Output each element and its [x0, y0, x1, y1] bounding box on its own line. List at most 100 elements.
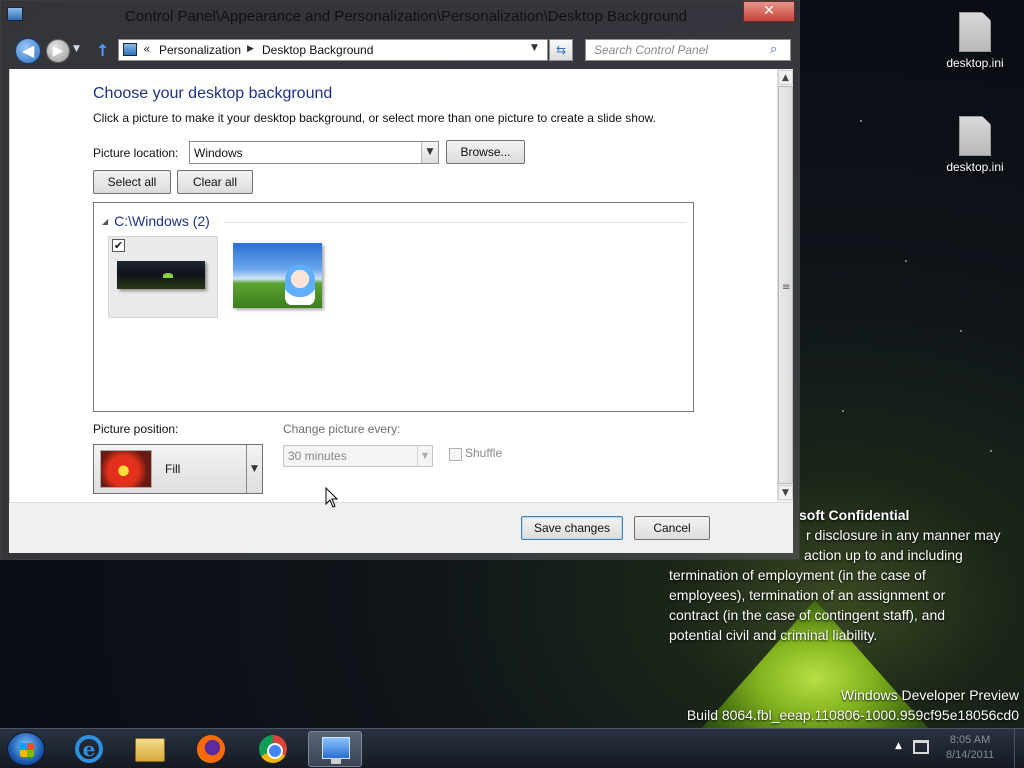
search-icon[interactable]: ⌕ — [770, 42, 777, 57]
star — [990, 450, 992, 452]
confidential-line: contract (in the case of contingent staf… — [669, 607, 946, 623]
refresh-button[interactable]: ⇆ — [549, 39, 573, 61]
picture-position-value: Fill — [165, 462, 181, 476]
scroll-down-arrow-icon[interactable]: ▼ — [778, 485, 793, 500]
file-icon — [959, 12, 991, 52]
monitor-stand-icon — [331, 758, 341, 764]
scroll-up-arrow-icon[interactable]: ▲ — [778, 70, 793, 85]
save-changes-button[interactable]: Save changes — [521, 516, 623, 540]
desktop-icon-file[interactable]: desktop.ini — [935, 12, 1015, 70]
address-dropdown-icon[interactable]: ▼ — [531, 43, 538, 53]
browse-button[interactable]: Browse... — [446, 140, 525, 164]
build-product: Windows Developer Preview — [840, 687, 1019, 703]
clock[interactable]: 8:05 AM 8/14/2011 — [946, 733, 994, 763]
vertical-scrollbar[interactable]: ▲ ≡ ▼ — [777, 69, 793, 502]
shuffle-checkbox[interactable] — [449, 448, 462, 461]
taskbar-chrome[interactable] — [246, 731, 300, 767]
build-number: Build 8064.fbl_eeap.110806-1000.959cf95e… — [686, 707, 1019, 723]
network-icon[interactable] — [913, 740, 929, 754]
desktop-icon-label: desktop.ini — [946, 56, 1004, 70]
star — [842, 410, 844, 412]
chevron-down-icon[interactable]: ▼ — [246, 445, 262, 493]
confidential-line: employees), termination of an assignment… — [669, 587, 946, 603]
internet-explorer-icon: e — [75, 735, 103, 763]
show-hidden-icons-icon[interactable]: ▲ — [895, 741, 902, 751]
windows-logo-icon — [20, 743, 34, 757]
start-button[interactable] — [7, 732, 45, 766]
recent-pages-dropdown-icon[interactable]: ▼ — [73, 44, 80, 54]
select-all-button[interactable]: Select all — [93, 170, 171, 194]
flower-preview-image — [100, 450, 152, 488]
cancel-button[interactable]: Cancel — [634, 516, 710, 540]
control-panel-icon — [123, 43, 137, 56]
star — [860, 120, 862, 122]
grip-icon: ≡ — [782, 282, 791, 293]
desktop-icon-file[interactable]: desktop.ini — [935, 116, 1015, 174]
build-watermark: Windows Developer Preview Build 8064.fbl… — [687, 685, 1019, 725]
group-header[interactable]: ◢ C:\Windows (2) — [102, 213, 210, 229]
mouse-cursor-icon — [325, 487, 339, 508]
navigation-bar: ◀ ▶ ▼ ↑ « Personalization ▶ Desktop Back… — [1, 35, 801, 65]
picture-position-label: Picture position: — [93, 422, 179, 436]
page-title: Choose your desktop background — [93, 85, 333, 102]
close-button[interactable]: ✕ — [743, 1, 795, 22]
star — [960, 330, 962, 332]
chevron-down-icon[interactable]: ▼ — [417, 446, 432, 466]
address-bar[interactable]: « Personalization ▶ Desktop Background ▼ — [118, 39, 548, 61]
taskbar: e ▲ 8:05 AM 8/14/2011 — [0, 728, 1024, 768]
breadcrumb-separator-icon[interactable]: ▶ — [247, 44, 254, 54]
interval-value: 30 minutes — [288, 449, 347, 463]
notification-area: ▲ 8:05 AM 8/14/2011 — [886, 729, 1024, 768]
taskbar-windows-explorer[interactable] — [122, 731, 176, 767]
star — [905, 260, 907, 262]
clear-all-button[interactable]: Clear all — [177, 170, 253, 194]
group-header-label: C:\Windows (2) — [114, 213, 210, 229]
change-picture-label: Change picture every: — [283, 422, 401, 436]
breadcrumb-overflow-icon[interactable]: « — [143, 42, 150, 56]
search-placeholder: Search Control Panel — [594, 43, 709, 57]
folder-icon — [135, 738, 165, 762]
scrollbar-thumb[interactable]: ≡ — [778, 86, 793, 484]
confidential-title: soft Confidential — [799, 507, 910, 523]
change-picture-interval-select[interactable]: 30 minutes ▼ — [283, 445, 433, 467]
chevron-down-icon[interactable]: ▼ — [421, 142, 438, 163]
instructions-text: Click a picture to make it your desktop … — [93, 111, 656, 125]
main-content: Choose your desktop background Click a p… — [9, 69, 777, 502]
show-desktop-button[interactable] — [1014, 729, 1024, 768]
file-icon — [959, 116, 991, 156]
collapse-triangle-icon[interactable]: ◢ — [102, 217, 108, 226]
picture-position-select[interactable]: Fill ▼ — [93, 444, 263, 494]
taskbar-firefox[interactable] — [184, 731, 238, 767]
dialog-footer: Save changes Cancel — [9, 502, 793, 553]
back-button[interactable]: ◀ — [15, 38, 41, 64]
clock-time: 8:05 AM — [949, 734, 991, 746]
breadcrumb-personalization[interactable]: Personalization — [159, 43, 241, 57]
anime-character-graphic — [285, 265, 315, 305]
title-bar[interactable]: Control Panel\Appearance and Personaliza… — [1, 1, 801, 33]
control-panel-icon[interactable] — [7, 7, 23, 21]
breadcrumb-desktop-background[interactable]: Desktop Background — [262, 43, 373, 57]
control-panel-window: Control Panel\Appearance and Personaliza… — [0, 0, 800, 560]
clock-date: 8/14/2011 — [946, 749, 995, 761]
picture-location-label: Picture location: — [93, 146, 179, 160]
control-panel-icon — [322, 737, 350, 759]
shuffle-label: Shuffle — [465, 446, 503, 460]
night-tent-thumbnail[interactable] — [117, 261, 205, 289]
picture-thumbnail-selected[interactable]: ✔ — [108, 236, 218, 318]
forward-button[interactable]: ▶ — [46, 39, 70, 63]
group-divider — [224, 222, 686, 223]
bliss-anime-thumbnail[interactable] — [233, 243, 322, 308]
taskbar-control-panel[interactable] — [308, 731, 362, 767]
search-input[interactable]: Search Control Panel ⌕ — [585, 39, 791, 61]
chrome-icon — [259, 735, 287, 763]
confidential-line: termination of employment (in the case o… — [669, 567, 926, 583]
taskbar-internet-explorer[interactable]: e — [62, 731, 116, 767]
picture-location-value: Windows — [194, 146, 243, 160]
window-title: Control Panel\Appearance and Personaliza… — [125, 8, 688, 25]
picture-location-select[interactable]: Windows ▼ — [189, 141, 439, 164]
picture-checkbox[interactable]: ✔ — [112, 239, 125, 252]
up-arrow-icon[interactable]: ↑ — [96, 41, 109, 60]
picture-gallery: ◢ C:\Windows (2) ✔ — [93, 202, 694, 412]
desktop-icon-label: desktop.ini — [946, 160, 1004, 174]
confidential-line: potential civil and criminal liability. — [669, 627, 878, 643]
